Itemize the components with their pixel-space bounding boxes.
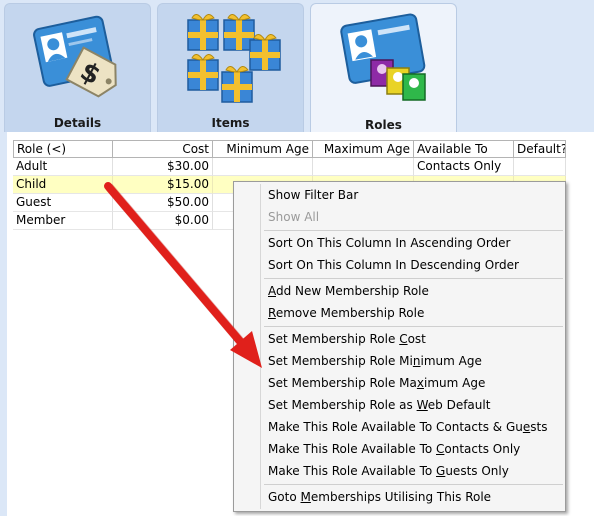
cell-cost: $15.00 [113, 176, 213, 194]
column-header-minimum-age[interactable]: Minimum Age [213, 140, 313, 158]
context-menu: Show Filter Bar Show All Sort On This Co… [233, 181, 566, 512]
column-header-role[interactable]: Role (<) [13, 140, 113, 158]
tab-label: Items [211, 116, 250, 130]
menu-separator [264, 484, 563, 485]
menu-item-set-role-maximum-age[interactable]: Set Membership Role Maximum Age [268, 373, 485, 393]
menu-item-show-filter-bar[interactable]: Show Filter Bar [268, 185, 358, 205]
menu-separator [264, 326, 563, 327]
menu-separator [264, 278, 563, 279]
menu-item-available-contacts-guests[interactable]: Make This Role Available To Contacts & G… [268, 417, 547, 437]
tab-items[interactable]: Items [157, 3, 304, 132]
gift-boxes-icon [187, 13, 281, 103]
menu-item-set-role-minimum-age[interactable]: Set Membership Role Minimum Age [268, 351, 482, 371]
cell-available-to: Contacts Only [414, 158, 514, 176]
cell-minimum-age [213, 158, 313, 176]
menu-item-set-role-cost[interactable]: Set Membership Role Cost [268, 329, 426, 349]
cell-cost: $50.00 [113, 194, 213, 212]
grid-header: Role (<) Cost Minimum Age Maximum Age Av… [13, 140, 566, 158]
menu-item-add-membership-role[interactable]: Add New Membership Role [268, 281, 429, 301]
menu-separator [264, 230, 563, 231]
column-header-cost[interactable]: Cost [113, 140, 213, 158]
column-header-default[interactable]: Default? [514, 140, 566, 158]
cell-role: Adult [13, 158, 113, 176]
tab-roles[interactable]: Roles [310, 3, 457, 134]
column-header-available-to[interactable]: Available To [414, 140, 514, 158]
menu-item-available-guests-only[interactable]: Make This Role Available To Guests Only [268, 461, 509, 481]
menu-item-sort-ascending[interactable]: Sort On This Column In Ascending Order [268, 233, 510, 253]
cell-maximum-age [313, 158, 414, 176]
menu-icon-gutter [260, 184, 261, 509]
cell-role: Member [13, 212, 113, 230]
menu-item-goto-memberships[interactable]: Goto Memberships Utilising This Role [268, 487, 491, 507]
cell-role: Guest [13, 194, 113, 212]
tab-label: Details [53, 116, 102, 130]
tab-label: Roles [365, 118, 402, 132]
member-card-price-tag-icon: $ [33, 15, 117, 98]
tab-details[interactable]: $ Details [4, 3, 151, 132]
cell-cost: $30.00 [113, 158, 213, 176]
menu-item-sort-descending[interactable]: Sort On This Column In Descending Order [268, 255, 519, 275]
table-row[interactable]: Adult $30.00 Contacts Only [13, 158, 566, 176]
cell-cost: $0.00 [113, 212, 213, 230]
column-header-maximum-age[interactable]: Maximum Age [313, 140, 414, 158]
cell-default [514, 158, 566, 176]
member-card-people-icon [340, 13, 426, 101]
menu-item-set-role-web-default[interactable]: Set Membership Role as Web Default [268, 395, 490, 415]
menu-item-remove-membership-role[interactable]: Remove Membership Role [268, 303, 424, 323]
menu-item-show-all[interactable]: Show All [268, 207, 319, 227]
menu-item-available-contacts-only[interactable]: Make This Role Available To Contacts Onl… [268, 439, 520, 459]
cell-role: Child [13, 176, 113, 194]
